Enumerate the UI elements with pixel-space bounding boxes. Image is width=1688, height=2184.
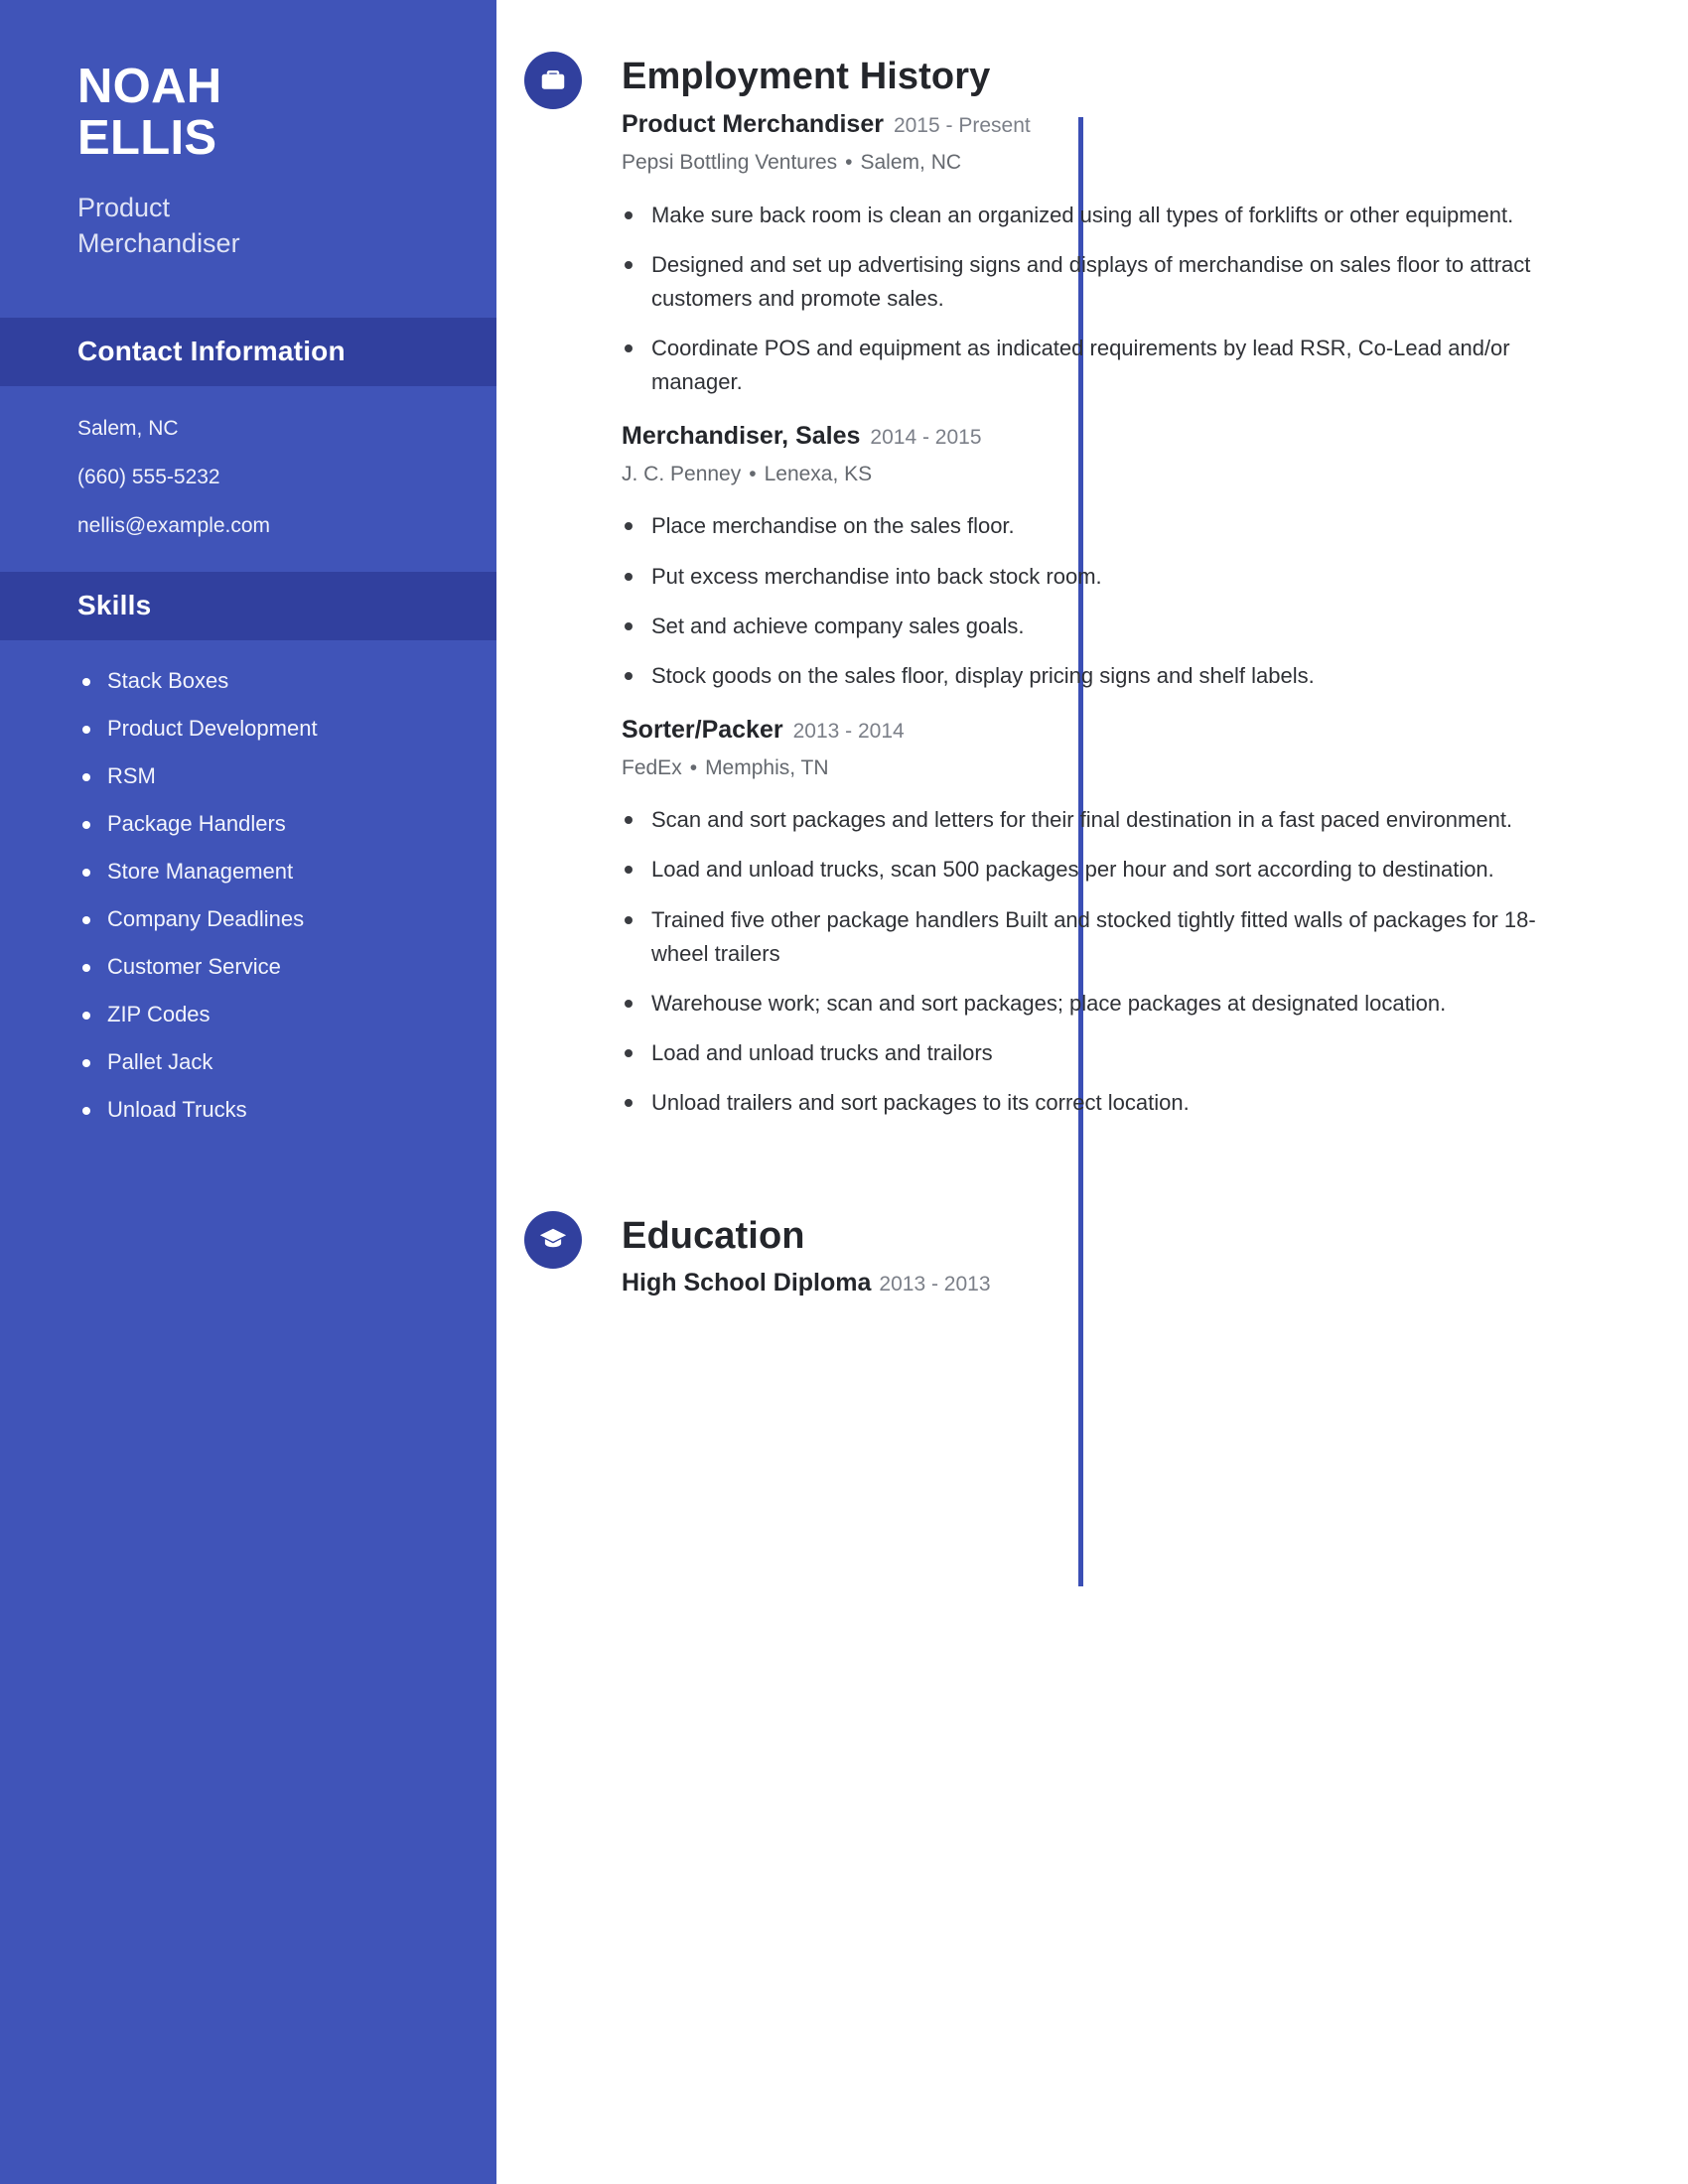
job-bullet: Scan and sort packages and letters for t… — [622, 803, 1580, 837]
last-name: ELLIS — [77, 110, 217, 165]
graduation-cap-icon — [524, 1211, 582, 1269]
skills-header: Skills — [0, 571, 496, 640]
employment-history-title: Employment History — [622, 56, 991, 97]
role-line-1: Product — [77, 192, 171, 222]
job-title: Sorter/Packer — [622, 715, 783, 744]
name-block: NOAH ELLIS — [0, 0, 496, 165]
skill-item: Product Development — [77, 717, 496, 740]
education-dates: 2013 - 2013 — [879, 1273, 991, 1296]
education-degree: High School Diploma — [622, 1269, 872, 1297]
skill-item: Pallet Jack — [77, 1050, 496, 1073]
employment-entry-heading: Sorter/Packer 2013 - 2014 — [622, 715, 1688, 746]
job-dates: 2013 - 2014 — [792, 719, 905, 743]
skill-item: Customer Service — [77, 955, 496, 978]
contact-email[interactable]: nellis@example.com — [77, 515, 496, 536]
role-block: Product Merchandiser — [0, 165, 496, 262]
job-company-location: J. C. Penney • Lenexa, KS — [622, 462, 1688, 487]
job-company-location: FedEx • Memphis, TN — [622, 755, 1688, 781]
education-entries: High School Diploma 2013 - 2013 — [554, 1269, 1688, 1297]
job-bullet: Load and unload trucks and trailors — [622, 1036, 1580, 1070]
job-company: J. C. Penney — [622, 463, 742, 486]
employment-history-header: Employment History — [524, 52, 1688, 109]
contact-phone[interactable]: (660) 555-5232 — [77, 467, 496, 487]
main-content: Employment History Product Merchandiser 2… — [496, 0, 1688, 2184]
contact-information-header: Contact Information — [0, 317, 496, 386]
job-title: Merchandiser, Sales — [622, 421, 861, 450]
job-location: Lenexa, KS — [764, 463, 873, 486]
job-bullet: Load and unload trucks, scan 500 package… — [622, 853, 1580, 887]
job-company-location: Pepsi Bottling Ventures • Salem, NC — [622, 150, 1688, 176]
education-section: Education High School Diploma 2013 - 2013 — [524, 1211, 1688, 1297]
job-bullet: Unload trailers and sort packages to its… — [622, 1086, 1580, 1120]
job-bullet: Coordinate POS and equipment as indicate… — [622, 332, 1580, 399]
job-bullet: Designed and set up advertising signs an… — [622, 248, 1580, 316]
skill-item: Package Handlers — [77, 812, 496, 835]
skill-item: Company Deadlines — [77, 907, 496, 930]
job-bullet-list: Make sure back room is clean an organize… — [622, 199, 1688, 399]
job-bullet: Make sure back room is clean an organize… — [622, 199, 1580, 232]
job-company: FedEx — [622, 756, 682, 780]
briefcase-icon — [524, 52, 582, 109]
job-bullet-list: Place merchandise on the sales floor. Put… — [622, 509, 1688, 692]
job-dates: 2015 - Present — [893, 114, 1031, 137]
bullet-separator-icon: • — [689, 756, 698, 780]
job-title: Product Merchandiser — [622, 110, 884, 138]
skills-list: Stack Boxes Product Development RSM Package… — [0, 640, 496, 1121]
job-bullet: Stock goods on the sales floor, display … — [622, 659, 1580, 693]
contact-list: Salem, NC (660) 555-5232 nellis@example.… — [0, 386, 496, 536]
job-bullet: Set and achieve company sales goals. — [622, 610, 1580, 643]
sidebar: NOAH ELLIS Product Merchandiser Contact … — [0, 0, 496, 2184]
job-dates: 2014 - 2015 — [870, 425, 982, 449]
job-location: Memphis, TN — [705, 756, 829, 780]
job-location: Salem, NC — [860, 151, 962, 175]
job-company: Pepsi Bottling Ventures — [622, 151, 838, 175]
employment-entry-heading: Merchandiser, Sales 2014 - 2015 — [622, 421, 1688, 452]
job-bullet: Put excess merchandise into back stock r… — [622, 560, 1580, 594]
skill-item: Store Management — [77, 860, 496, 883]
skill-item: ZIP Codes — [77, 1003, 496, 1025]
employment-entries: Product Merchandiser 2015 - Present Pepsi … — [554, 109, 1688, 1120]
job-bullet: Warehouse work; scan and sort packages; … — [622, 987, 1580, 1021]
skills-heading: Skills — [77, 589, 152, 620]
resume-page: NOAH ELLIS Product Merchandiser Contact … — [0, 0, 1688, 2184]
education-header: Education — [524, 1211, 1688, 1269]
job-bullet-list: Scan and sort packages and letters for t… — [622, 803, 1688, 1120]
contact-information-heading: Contact Information — [77, 335, 346, 366]
employment-entry: Sorter/Packer 2013 - 2014 FedEx • Memphis, T… — [622, 715, 1688, 1120]
skill-item: Unload Trucks — [77, 1098, 496, 1121]
employment-entry: Product Merchandiser 2015 - Present Pepsi … — [622, 109, 1688, 399]
bullet-separator-icon: • — [749, 463, 757, 486]
job-bullet: Place merchandise on the sales floor. — [622, 509, 1580, 543]
bullet-separator-icon: • — [845, 151, 853, 175]
employment-history-section: Employment History Product Merchandiser 2… — [524, 0, 1688, 1120]
education-title: Education — [622, 1215, 805, 1257]
employment-entry-heading: Product Merchandiser 2015 - Present — [622, 109, 1688, 140]
education-entry: High School Diploma 2013 - 2013 — [622, 1269, 1688, 1297]
skill-item: Stack Boxes — [77, 669, 496, 692]
contact-location: Salem, NC — [77, 416, 179, 440]
role-line-2: Merchandiser — [77, 227, 240, 258]
employment-entry: Merchandiser, Sales 2014 - 2015 J. C. Penn… — [622, 421, 1688, 693]
skill-item: RSM — [77, 764, 496, 787]
job-bullet: Trained five other package handlers Buil… — [622, 903, 1580, 971]
first-name: NOAH — [77, 60, 222, 113]
